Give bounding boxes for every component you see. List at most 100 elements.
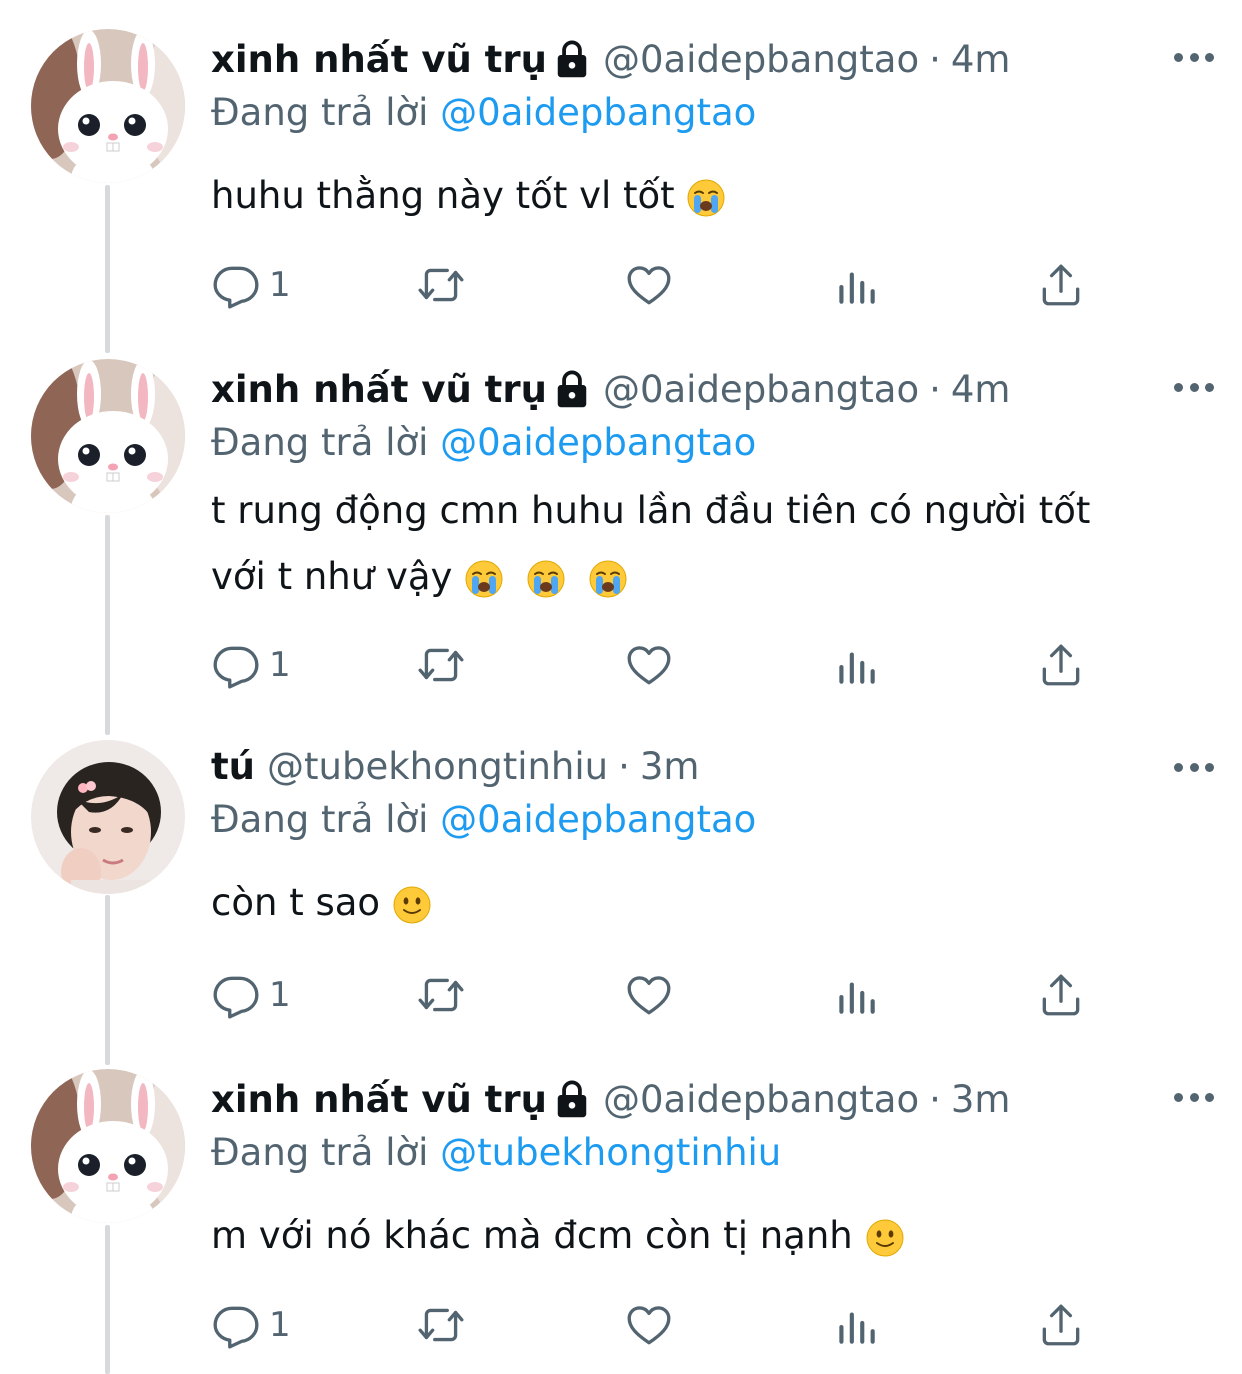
- share-button[interactable]: [1036, 635, 1086, 695]
- retweet-button[interactable]: [416, 1295, 466, 1355]
- display-name[interactable]: xinh nhất vũ trụ: [211, 368, 547, 411]
- replying-to: Đang trả lời @tubekhongtinhiu: [211, 1128, 1202, 1178]
- tweet-header: xinh nhất vũ trụ @0aidepbangtao · 3m: [211, 1070, 1202, 1128]
- more-icon[interactable]: [1174, 1090, 1214, 1104]
- replying-to-handle[interactable]: @0aidepbangtao: [440, 798, 756, 841]
- timestamp[interactable]: 3m: [951, 1078, 1011, 1121]
- replying-to: Đang trả lời @0aidepbangtao: [211, 88, 1202, 138]
- replying-to-label: Đang trả lời: [211, 421, 429, 464]
- reply-count: 1: [269, 975, 291, 1015]
- reply-button[interactable]: 1: [211, 1295, 291, 1355]
- tweet-text-line: với t như vậy: [211, 544, 1202, 610]
- like-button[interactable]: [624, 635, 674, 695]
- analytics-icon: [831, 640, 881, 690]
- avatar[interactable]: [31, 359, 185, 513]
- like-button[interactable]: [624, 255, 674, 315]
- loudly-crying-face-icon: [588, 559, 628, 599]
- replying-to-handle[interactable]: @0aidepbangtao: [440, 421, 756, 464]
- replying-to-label: Đang trả lời: [211, 798, 429, 841]
- white-rabbit-avatar: [31, 1069, 185, 1223]
- timestamp[interactable]: 3m: [640, 745, 700, 788]
- user-handle[interactable]: @0aidepbangtao: [603, 38, 919, 81]
- share-button[interactable]: [1036, 965, 1086, 1025]
- separator: ·: [929, 1077, 941, 1121]
- like-icon: [624, 640, 674, 690]
- white-rabbit-avatar: [31, 359, 185, 513]
- analytics-button[interactable]: [831, 635, 881, 695]
- replying-to-handle[interactable]: @tubekhongtinhiu: [440, 1131, 781, 1174]
- separator: ·: [618, 744, 630, 788]
- reply-button[interactable]: 1: [211, 965, 291, 1025]
- reply-icon: [211, 970, 261, 1020]
- display-name[interactable]: xinh nhất vũ trụ: [211, 38, 547, 81]
- like-icon: [624, 970, 674, 1020]
- retweet-icon: [416, 970, 466, 1020]
- reply-icon: [211, 640, 261, 690]
- display-name[interactable]: xinh nhất vũ trụ: [211, 1078, 547, 1121]
- replying-to-label: Đang trả lời: [211, 1131, 429, 1174]
- lock-icon: [553, 1078, 591, 1120]
- separator: ·: [929, 37, 941, 81]
- more-icon[interactable]: [1174, 50, 1214, 64]
- replying-to-handle[interactable]: @0aidepbangtao: [440, 91, 756, 134]
- loudly-crying-face-icon: [526, 559, 566, 599]
- analytics-button[interactable]: [831, 965, 881, 1025]
- slightly-smiling-face-icon: [865, 1218, 905, 1258]
- tweet[interactable]: xinh nhất vũ trụ @0aidepbangtao · 4m Đan…: [0, 0, 1242, 340]
- like-button[interactable]: [624, 965, 674, 1025]
- tweet-text-content: huhu thằng này tốt vl tốt: [211, 174, 675, 217]
- share-icon: [1036, 260, 1086, 310]
- reply-button[interactable]: 1: [211, 255, 291, 315]
- more-icon[interactable]: [1174, 380, 1214, 394]
- reply-icon: [211, 1300, 261, 1350]
- tweet-actions: 1: [211, 255, 1111, 315]
- timestamp[interactable]: 4m: [951, 368, 1011, 411]
- avatar[interactable]: [31, 29, 185, 183]
- user-handle[interactable]: @0aidepbangtao: [603, 1078, 919, 1121]
- share-button[interactable]: [1036, 255, 1086, 315]
- timestamp[interactable]: 4m: [951, 38, 1011, 81]
- reply-count: 1: [269, 265, 291, 305]
- loudly-crying-face-icon: [464, 559, 504, 599]
- retweet-button[interactable]: [416, 965, 466, 1025]
- separator: ·: [929, 367, 941, 411]
- tweet-text: t rung động cmn huhu lần đầu tiên có ngư…: [211, 478, 1202, 610]
- loudly-crying-face-icon: [686, 178, 726, 218]
- tweet-header: xinh nhất vũ trụ @0aidepbangtao · 4m: [211, 30, 1202, 88]
- white-rabbit-avatar: [31, 29, 185, 183]
- lock-icon: [553, 368, 591, 410]
- share-icon: [1036, 1300, 1086, 1350]
- like-button[interactable]: [624, 1295, 674, 1355]
- more-icon[interactable]: [1174, 760, 1214, 774]
- avatar[interactable]: [31, 740, 185, 894]
- tweet-header: tú @tubekhongtinhiu · 3m: [211, 737, 1202, 795]
- slightly-smiling-face-icon: [392, 885, 432, 925]
- retweet-button[interactable]: [416, 635, 466, 695]
- share-icon: [1036, 640, 1086, 690]
- reply-count: 1: [269, 1305, 291, 1345]
- retweet-button[interactable]: [416, 255, 466, 315]
- tweet-text: m với nó khác mà đcm còn tị nạnh: [211, 1203, 1202, 1269]
- user-handle[interactable]: @tubekhongtinhiu: [267, 745, 608, 788]
- share-button[interactable]: [1036, 1295, 1086, 1355]
- tweet-actions: 1: [211, 965, 1111, 1025]
- analytics-icon: [831, 970, 881, 1020]
- tweet[interactable]: xinh nhất vũ trụ @0aidepbangtao · 3m Đan…: [0, 1040, 1242, 1374]
- user-handle[interactable]: @0aidepbangtao: [603, 368, 919, 411]
- replying-to: Đang trả lời @0aidepbangtao: [211, 418, 1202, 468]
- person-photo-avatar: [31, 740, 185, 894]
- retweet-icon: [416, 1300, 466, 1350]
- retweet-icon: [416, 640, 466, 690]
- tweet[interactable]: tú @tubekhongtinhiu · 3m Đang trả lời @0…: [0, 710, 1242, 1050]
- tweet-text-content: với t như vậy: [211, 555, 453, 598]
- analytics-button[interactable]: [831, 1295, 881, 1355]
- analytics-button[interactable]: [831, 255, 881, 315]
- reply-icon: [211, 260, 261, 310]
- analytics-icon: [831, 260, 881, 310]
- avatar[interactable]: [31, 1069, 185, 1223]
- display-name[interactable]: tú: [211, 745, 255, 788]
- tweet[interactable]: xinh nhất vũ trụ @0aidepbangtao · 4m Đan…: [0, 330, 1242, 730]
- tweet-text-content: m với nó khác mà đcm còn tị nạnh: [211, 1214, 853, 1257]
- replying-to-label: Đang trả lời: [211, 91, 429, 134]
- reply-button[interactable]: 1: [211, 635, 291, 695]
